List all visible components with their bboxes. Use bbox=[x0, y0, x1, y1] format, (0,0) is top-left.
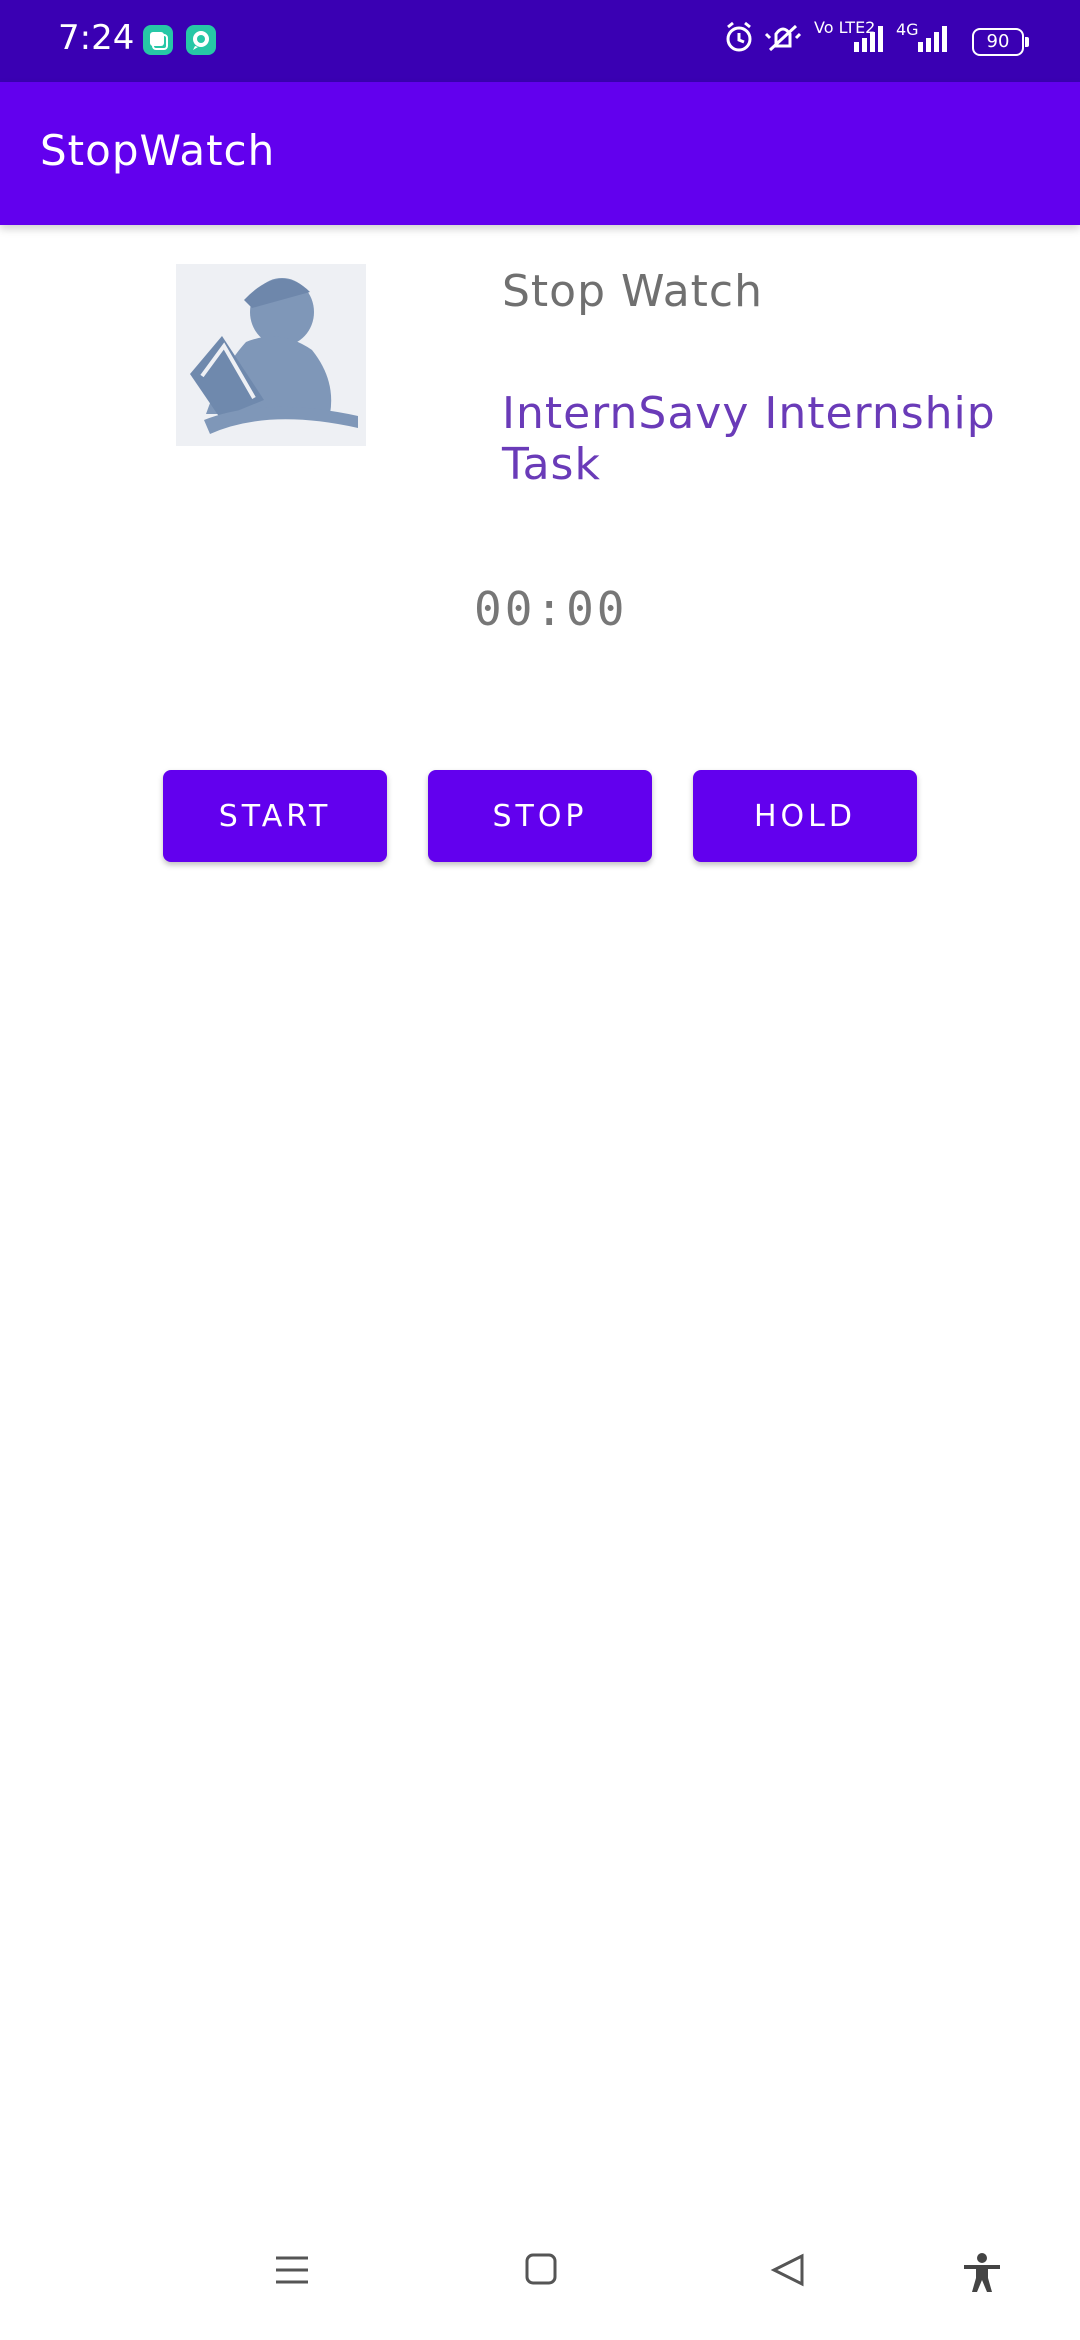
app-bar: StopWatch bbox=[0, 82, 1080, 225]
accessibility-icon[interactable] bbox=[962, 2252, 1002, 2298]
reader-icon bbox=[176, 264, 366, 446]
alarm-icon bbox=[724, 20, 754, 58]
signal-icon bbox=[852, 20, 886, 58]
battery-icon: 90 bbox=[972, 28, 1029, 56]
start-button[interactable]: START bbox=[163, 770, 387, 862]
silent-bell-icon bbox=[764, 20, 802, 58]
heading-stop-watch: Stop Watch bbox=[502, 266, 764, 317]
signal-icon-2 bbox=[916, 20, 950, 58]
app-notification-icon bbox=[143, 25, 173, 55]
menu-icon[interactable] bbox=[274, 2252, 310, 2292]
hold-button[interactable]: HOLD bbox=[693, 770, 917, 862]
status-bar: 7:24 Vo LTE2 4G 90 bbox=[0, 0, 1080, 82]
app-title: StopWatch bbox=[40, 126, 276, 175]
chat-notification-icon bbox=[186, 25, 216, 55]
stop-button[interactable]: STOP bbox=[428, 770, 652, 862]
status-icons: Vo LTE2 4G 90 bbox=[724, 20, 1029, 62]
timer-display: 00:00 bbox=[474, 582, 628, 636]
home-icon[interactable] bbox=[524, 2252, 558, 2290]
back-icon[interactable] bbox=[770, 2252, 806, 2292]
subtitle-internship-task: InternSavy Internship Task bbox=[502, 388, 996, 490]
status-time: 7:24 bbox=[58, 18, 135, 58]
